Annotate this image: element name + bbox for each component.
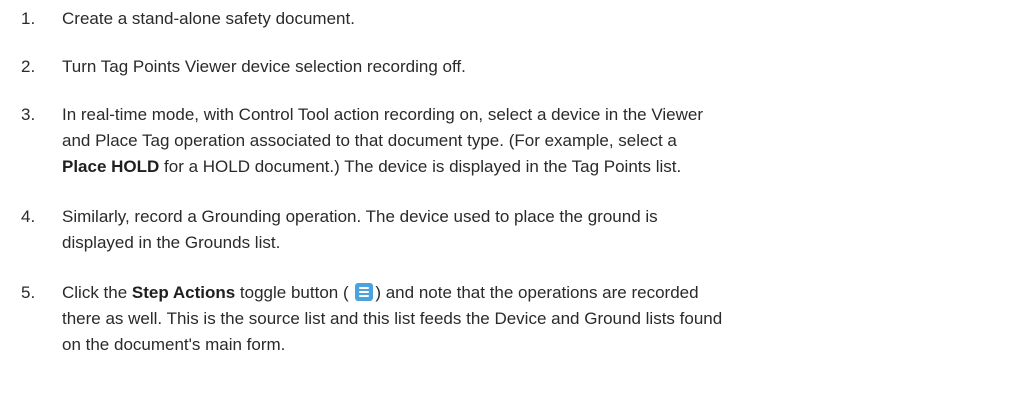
step-line: and Place Tag operation associated to th… [62,131,677,150]
step-line: Place HOLD for a HOLD document.) The dev… [62,154,1019,180]
step-number: 4. [21,207,36,226]
step-text-post: ) and note that the operations are recor… [375,283,699,302]
step-line-rest: for a HOLD document.) The device is disp… [159,157,682,176]
step-text-mid: toggle button ( [235,283,354,302]
step-number: 5. [21,283,36,302]
place-hold-term: Place HOLD [62,157,160,176]
step-text: Create a stand-alone safety document. [62,9,355,28]
step-actions-term: Step Actions [131,283,236,302]
step-number: 3. [21,105,36,124]
step-number: 2. [21,57,36,76]
step-text: Turn Tag Points Viewer device selection … [62,57,466,76]
step-line: displayed in the Grounds list. [62,233,281,252]
step-line: In real-time mode, with Control Tool act… [62,105,703,124]
step-line: there as well. This is the source list a… [62,309,723,328]
document: 1. Create a stand-alone safety document.… [0,0,1031,399]
step-text: In real-time mode, with Control Tool act… [62,102,1019,180]
step-line: Click the Step Actions toggle button ( )… [62,280,1019,306]
step-line: on the document's main form. [62,335,286,354]
step-line: Similarly, record a Grounding operation.… [62,207,658,226]
step-number: 1. [21,9,36,28]
step-text: Click the Step Actions toggle button ( )… [62,280,1019,358]
list-icon [355,283,374,301]
step-text-pre: Click the [62,283,132,302]
step-text: Similarly, record a Grounding operation.… [62,204,1019,256]
